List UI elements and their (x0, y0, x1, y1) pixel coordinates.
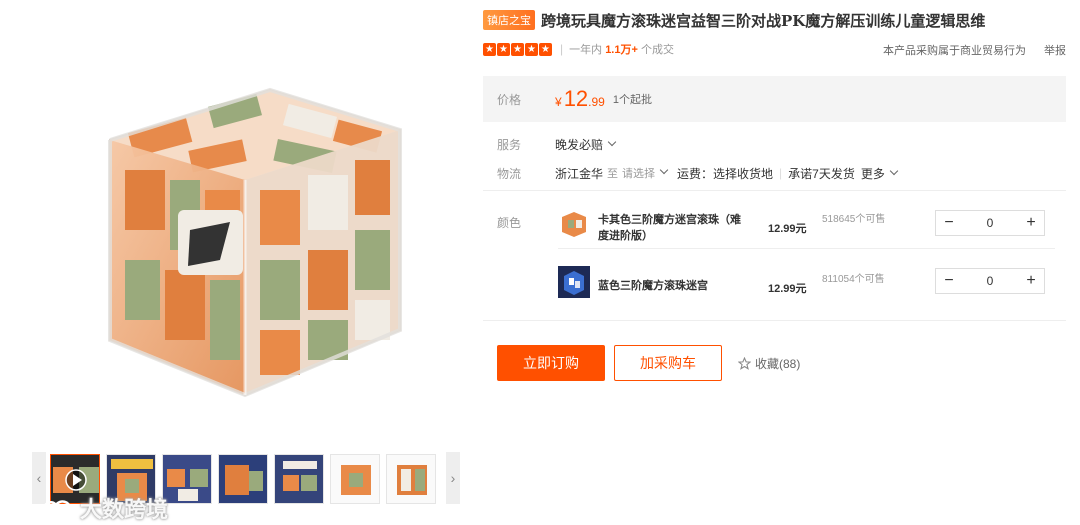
star-icon: ★ (497, 42, 510, 56)
service-dropdown[interactable]: 晚发必赔 (555, 136, 617, 153)
rating-stars: ★ ★ ★ ★ ★ (483, 42, 552, 56)
thumbnail-4[interactable] (218, 454, 268, 504)
watermark-text: 大数跨境 (80, 497, 169, 522)
buy-now-button[interactable]: 立即订购 (497, 345, 605, 381)
star-icon: ★ (539, 42, 552, 56)
price-label: 价格 (497, 92, 522, 107)
logistics-label: 物流 (497, 166, 522, 181)
rating-row: ★ ★ ★ ★ ★ | 一年内 1.1万+ 个成交 本产品采购属于商业贸易行为 … (483, 36, 1066, 62)
store-badge: 镇店之宝 (483, 10, 535, 30)
variant-price: 12.99元 (768, 283, 807, 295)
decrement-button[interactable]: − (936, 211, 962, 235)
increment-button[interactable]: + (1018, 269, 1044, 293)
thumbnail-5[interactable] (274, 454, 324, 504)
main-product-image[interactable] (70, 30, 430, 410)
thumbnail-7[interactable] (386, 454, 436, 504)
variant-stock: 518645个可售 (822, 214, 886, 225)
logistics-row: 物流 浙江金华 至 请选择 运费：选择收货地 | 承诺7天发货 更多 (483, 163, 1066, 183)
min-order: 1个起批 (612, 94, 652, 106)
thumbnail-3[interactable] (162, 454, 212, 504)
divider (483, 190, 1066, 191)
star-icon: ★ (525, 42, 538, 56)
thumbnail-6[interactable] (330, 454, 380, 504)
favorite-button[interactable]: 收藏(88) (738, 355, 800, 372)
chevron-down-icon (659, 165, 669, 175)
increment-button[interactable]: + (1018, 211, 1044, 235)
decrement-button[interactable]: − (936, 269, 962, 293)
watermark-logo-icon (40, 500, 72, 519)
origin: 浙江金华 (555, 166, 604, 181)
variant-price: 12.99元 (768, 223, 807, 235)
price-value: ¥ 12 .99 (555, 86, 605, 111)
price-box: 价格 ¥ 12 .99 1个起批 (483, 76, 1066, 122)
service-row: 服务 晚发必赔 (483, 134, 1066, 154)
variant-name: 蓝色三阶魔方滚珠迷宫 (598, 280, 708, 292)
add-to-cart-button[interactable]: 加采购车 (614, 345, 722, 381)
thumb-next-arrow-icon[interactable]: › (446, 452, 460, 504)
color-label: 颜色 (497, 216, 522, 230)
variant-divider (558, 248, 1055, 249)
quantity-input[interactable]: 0 (962, 274, 1018, 288)
report-link[interactable]: 举报 (1044, 42, 1066, 58)
variant-name: 卡其色三阶魔方迷宫滚珠（难度进阶版） (598, 214, 741, 242)
star-outline-icon (738, 356, 751, 370)
watermark: 大数跨境 (38, 492, 168, 524)
variant-row: 卡其色三阶魔方迷宫滚珠（难度进阶版） 12.99元 518645个可售 − 0 … (558, 194, 1055, 246)
service-label: 服务 (497, 137, 522, 152)
star-icon: ★ (511, 42, 524, 56)
freight-info: 运费：选择收货地 (677, 166, 774, 181)
title-row: 镇店之宝 跨境玩具魔方滚珠迷宫益智三阶对战PK魔方解压训练儿童逻辑思维 (483, 8, 1066, 32)
product-title: 跨境玩具魔方滚珠迷宫益智三阶对战PK魔方解压训练儿童逻辑思维 (541, 11, 986, 30)
chevron-down-icon (889, 166, 899, 175)
quantity-stepper: − 0 + (935, 210, 1045, 236)
variant-thumbnail[interactable] (558, 266, 590, 298)
chevron-down-icon (607, 137, 617, 146)
variant-row: 蓝色三阶魔方滚珠迷宫 12.99元 811054个可售 − 0 + (558, 252, 1055, 304)
quantity-stepper: − 0 + (935, 268, 1045, 294)
destination-select[interactable]: 请选择 (618, 165, 669, 181)
more-dropdown[interactable]: 更多 (861, 165, 899, 182)
sales-count: 一年内 1.1万+ 个成交 (569, 44, 674, 56)
divider (483, 320, 1066, 321)
star-icon: ★ (483, 42, 496, 56)
variant-thumbnail[interactable] (558, 208, 590, 240)
quantity-input[interactable]: 0 (962, 216, 1018, 230)
trade-note: 本产品采购属于商业贸易行为 (883, 45, 1026, 57)
product-info: 镇店之宝 跨境玩具魔方滚珠迷宫益智三阶对战PK魔方解压训练儿童逻辑思维 ★ ★ … (483, 8, 1066, 381)
variant-stock: 811054个可售 (822, 274, 885, 285)
shipping-promise: 承诺7天发货 (788, 166, 855, 181)
product-gallery: ‹ › 大数跨境 (30, 0, 460, 525)
action-bar: 立即订购 加采购车 收藏(88) (497, 345, 800, 381)
to-label: 至 (607, 168, 619, 180)
